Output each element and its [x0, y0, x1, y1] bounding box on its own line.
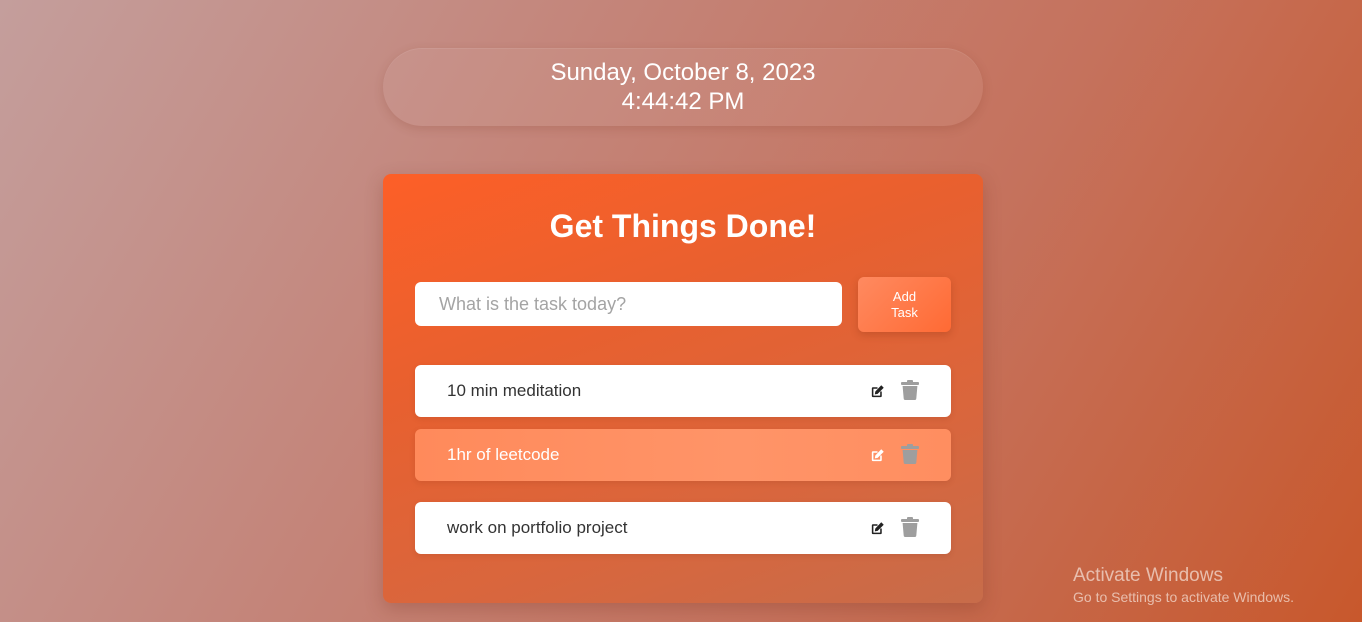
- trash-icon[interactable]: [901, 517, 919, 537]
- current-time: 4:44:42 PM: [621, 88, 745, 115]
- task-item: work on portfolio project: [415, 502, 951, 554]
- task-label: work on portfolio project: [447, 518, 628, 537]
- watermark-subtitle: Go to Settings to activate Windows.: [1073, 589, 1294, 605]
- task-item: 10 min meditation: [415, 365, 951, 417]
- edit-icon[interactable]: [869, 520, 886, 537]
- task-input[interactable]: [415, 282, 842, 326]
- edit-icon[interactable]: [869, 383, 886, 400]
- add-task-button[interactable]: Add Task: [858, 277, 951, 332]
- current-date: Sunday, October 8, 2023: [550, 59, 816, 86]
- edit-icon[interactable]: [869, 447, 886, 464]
- date-time-display: Sunday, October 8, 2023 4:44:42 PM: [383, 48, 983, 126]
- activate-windows-watermark: Activate Windows Go to Settings to activ…: [1073, 565, 1294, 606]
- trash-icon[interactable]: [901, 444, 919, 464]
- task-label: 1hr of leetcode: [447, 445, 560, 464]
- task-label: 10 min meditation: [447, 381, 582, 400]
- todo-card: Get Things Done! Add Task 10 min meditat…: [383, 174, 983, 603]
- trash-icon[interactable]: [901, 380, 919, 400]
- task-item-hovered: 1hr of leetcode: [415, 429, 951, 481]
- app-title: Get Things Done!: [549, 208, 817, 244]
- watermark-title: Activate Windows: [1073, 565, 1223, 586]
